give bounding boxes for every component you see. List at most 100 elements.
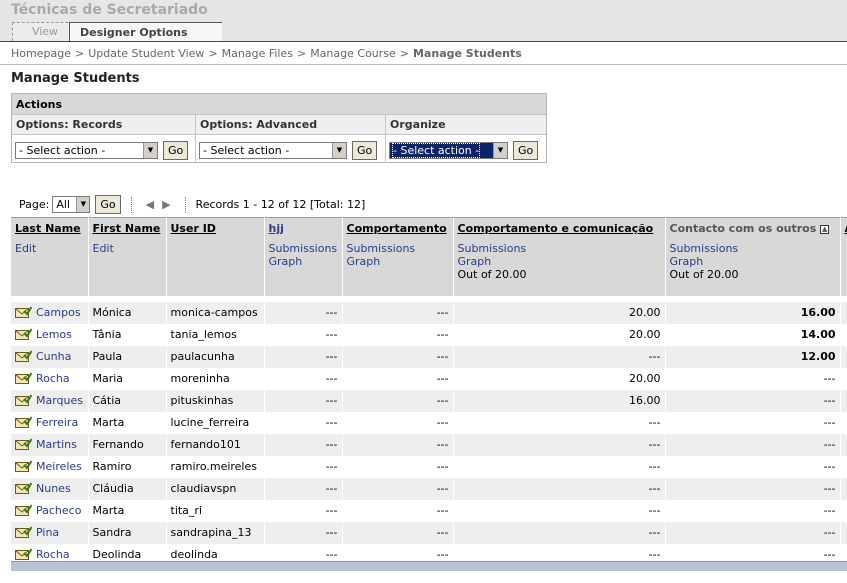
- comp-comunicacao-grade-cell[interactable]: ---: [453, 345, 666, 368]
- contacto-grade-cell[interactable]: ---: [665, 499, 841, 522]
- sort-comportamento-comunicacao-link[interactable]: Comportamento e comunicação: [458, 222, 654, 235]
- sort-user-id-link[interactable]: User ID: [171, 222, 216, 235]
- sort-last-name-link[interactable]: Last Name: [15, 222, 81, 235]
- comportamento-grade-cell[interactable]: ---: [342, 455, 454, 478]
- contacto-grade-cell[interactable]: ---: [665, 411, 841, 434]
- contacto-grade-cell[interactable]: ---: [665, 389, 841, 412]
- hjj-grade-cell[interactable]: ---: [264, 389, 343, 412]
- col-user-id[interactable]: User ID: [166, 217, 265, 239]
- comp-comunicacao-grade-cell[interactable]: 20.00: [453, 323, 666, 346]
- last-name-link[interactable]: Rocha: [36, 372, 70, 385]
- envelope-check-icon[interactable]: [15, 306, 32, 318]
- tab-designer-options[interactable]: Designer Options: [69, 22, 222, 42]
- comportamento-grade-cell[interactable]: ---: [342, 345, 454, 368]
- last-name-link[interactable]: Cunha: [36, 350, 71, 363]
- comportamento-submissions-link[interactable]: Submissions: [347, 242, 449, 255]
- comportamento-grade-cell[interactable]: ---: [342, 499, 454, 522]
- hjj-grade-cell[interactable]: ---: [264, 477, 343, 500]
- col-next[interactable]: A: [840, 217, 847, 239]
- last-name-cell[interactable]: Nunes: [11, 477, 89, 500]
- last-name-cell[interactable]: Meireles: [11, 455, 89, 478]
- col-comportamento[interactable]: Comportamento: [342, 217, 454, 239]
- breadcrumb-homepage[interactable]: Homepage: [11, 47, 71, 60]
- col-last-name[interactable]: Last Name: [11, 217, 89, 239]
- contacto-grade-cell[interactable]: ---: [665, 367, 841, 390]
- comp-comunicacao-grade-cell[interactable]: ---: [453, 455, 666, 478]
- comp-comunicacao-grade-cell[interactable]: 16.00: [453, 389, 666, 412]
- last-name-link[interactable]: Pacheco: [36, 504, 81, 517]
- last-name-cell[interactable]: Pacheco: [11, 499, 89, 522]
- sort-first-name-link[interactable]: First Name: [93, 222, 161, 235]
- last-name-link[interactable]: Marques: [36, 394, 83, 407]
- hjj-graph-link[interactable]: Graph: [269, 255, 338, 268]
- contacto-submissions-link[interactable]: Submissions: [670, 242, 836, 255]
- contacto-graph-link[interactable]: Graph: [670, 255, 836, 268]
- envelope-check-icon[interactable]: [15, 350, 32, 362]
- comp-comunicacao-grade-cell[interactable]: ---: [453, 477, 666, 500]
- last-name-link[interactable]: Rocha: [36, 548, 70, 561]
- last-name-cell[interactable]: Marques: [11, 389, 89, 412]
- col-contacto[interactable]: Contacto com os outros ▲: [665, 217, 841, 239]
- breadcrumb-manage-files[interactable]: Manage Files: [222, 47, 293, 60]
- hjj-grade-cell[interactable]: ---: [264, 521, 343, 544]
- hjj-grade-cell[interactable]: ---: [264, 323, 343, 346]
- comp-comunicacao-grade-cell[interactable]: ---: [453, 521, 666, 544]
- comp-comunicacao-grade-cell[interactable]: ---: [453, 433, 666, 456]
- page-select[interactable]: All ▼: [52, 196, 91, 213]
- hjj-submissions-link[interactable]: Submissions: [269, 242, 338, 255]
- records-go-button[interactable]: Go: [163, 141, 189, 160]
- contacto-grade-cell[interactable]: ---: [665, 433, 841, 456]
- comportamento-grade-cell[interactable]: ---: [342, 323, 454, 346]
- sort-comportamento-link[interactable]: Comportamento: [347, 222, 447, 235]
- prev-page-icon[interactable]: ◀: [146, 198, 154, 211]
- hjj-grade-cell[interactable]: ---: [264, 367, 343, 390]
- envelope-check-icon[interactable]: [15, 328, 32, 340]
- last-name-cell[interactable]: Rocha: [11, 367, 89, 390]
- envelope-check-icon[interactable]: [15, 504, 32, 516]
- contacto-grade-cell[interactable]: ---: [665, 477, 841, 500]
- last-name-cell[interactable]: Cunha: [11, 345, 89, 368]
- comp-comunicacao-grade-cell[interactable]: ---: [453, 499, 666, 522]
- comportamento-grade-cell[interactable]: ---: [342, 389, 454, 412]
- envelope-check-icon[interactable]: [15, 438, 32, 450]
- last-name-link[interactable]: Meireles: [36, 460, 82, 473]
- contacto-grade-cell[interactable]: 16.00: [665, 301, 841, 324]
- envelope-check-icon[interactable]: [15, 460, 32, 472]
- breadcrumb-manage-course[interactable]: Manage Course: [310, 47, 396, 60]
- envelope-check-icon[interactable]: [15, 526, 32, 538]
- hjj-grade-cell[interactable]: ---: [264, 411, 343, 434]
- advanced-action-select[interactable]: - Select action - ▼: [199, 142, 347, 159]
- comportamento-grade-cell[interactable]: ---: [342, 367, 454, 390]
- sort-toggle-icon[interactable]: ▲: [820, 224, 830, 234]
- comportamento-grade-cell[interactable]: ---: [342, 521, 454, 544]
- last-name-link[interactable]: Martins: [36, 438, 77, 451]
- hjj-grade-cell[interactable]: ---: [264, 345, 343, 368]
- page-go-button[interactable]: Go: [95, 195, 121, 214]
- last-name-cell[interactable]: Martins: [11, 433, 89, 456]
- comportamento-graph-link[interactable]: Graph: [347, 255, 449, 268]
- edit-last-name-link[interactable]: Edit: [11, 238, 89, 296]
- last-name-cell[interactable]: Campos: [11, 301, 89, 324]
- last-name-cell[interactable]: Pina: [11, 521, 89, 544]
- last-name-link[interactable]: Campos: [36, 306, 81, 319]
- comportamento-grade-cell[interactable]: ---: [342, 477, 454, 500]
- last-name-link[interactable]: Nunes: [36, 482, 71, 495]
- hjj-grade-cell[interactable]: ---: [264, 455, 343, 478]
- comportamento-grade-cell[interactable]: ---: [342, 301, 454, 324]
- next-page-icon[interactable]: ▶: [162, 198, 170, 211]
- contacto-grade-cell[interactable]: 14.00: [665, 323, 841, 346]
- col-first-name[interactable]: First Name: [88, 217, 167, 239]
- last-name-cell[interactable]: Lemos: [11, 323, 89, 346]
- comp-comunicacao-graph-link[interactable]: Graph: [458, 255, 661, 268]
- organize-action-select[interactable]: - Select action - ▼: [389, 142, 508, 159]
- col-comportamento-comunicacao[interactable]: Comportamento e comunicação: [453, 217, 666, 239]
- envelope-check-icon[interactable]: [15, 548, 32, 560]
- comp-comunicacao-submissions-link[interactable]: Submissions: [458, 242, 661, 255]
- comportamento-grade-cell[interactable]: ---: [342, 433, 454, 456]
- last-name-link[interactable]: Pina: [36, 526, 59, 539]
- hjj-grade-cell[interactable]: ---: [264, 301, 343, 324]
- envelope-check-icon[interactable]: [15, 372, 32, 384]
- envelope-check-icon[interactable]: [15, 416, 32, 428]
- envelope-check-icon[interactable]: [15, 482, 32, 494]
- organize-go-button[interactable]: Go: [513, 141, 539, 160]
